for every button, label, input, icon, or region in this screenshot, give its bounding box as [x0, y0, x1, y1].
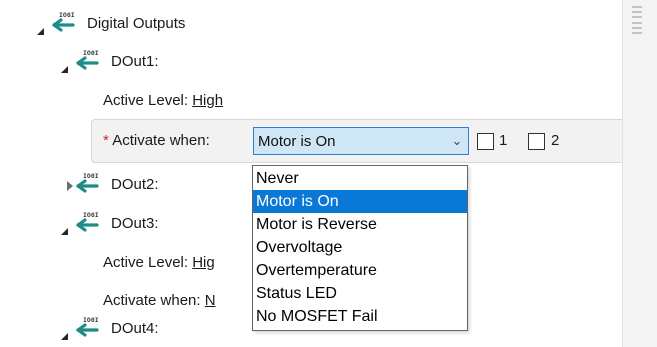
expand-toggle-dout3[interactable] — [61, 228, 68, 235]
dropdown-option[interactable]: Overvoltage — [253, 236, 467, 259]
activate-when-label: Activate when: — [103, 292, 201, 309]
checkbox-2[interactable] — [528, 133, 545, 150]
expand-toggle-dout1[interactable] — [61, 66, 68, 73]
tree-node-digital-outputs[interactable]: Digital Outputs — [87, 15, 185, 33]
vertical-scrollbar[interactable] — [622, 0, 657, 347]
digital-io-icon — [47, 11, 77, 35]
active-level-label: Active Level: — [103, 92, 189, 109]
dropdown-option[interactable]: Motor is Reverse — [253, 213, 467, 236]
activate-when-label-group: * Activate when: — [103, 132, 210, 150]
checkbox-2-label: 2 — [551, 132, 560, 149]
dropdown-option[interactable]: Status LED — [253, 282, 467, 305]
tree-node-dout3[interactable]: DOut3: — [111, 215, 159, 233]
digital-io-icon — [71, 172, 101, 196]
tree-node-dout4[interactable]: DOut4: — [111, 320, 159, 338]
active-level-row-dout1: Active Level: High — [103, 92, 223, 110]
checkbox-1-label: 1 — [499, 132, 508, 149]
dropdown-option[interactable]: No MOSFET Fail — [253, 305, 467, 328]
required-marker: * — [103, 132, 109, 149]
scrollbar-grip-icon[interactable] — [632, 6, 642, 34]
active-level-label: Active Level: — [103, 254, 189, 271]
digital-io-icon — [71, 316, 101, 340]
activate-when-dropdown-list: Never Motor is On Motor is Reverse Overv… — [252, 165, 468, 331]
active-level-row-dout3: Active Level: Hig — [103, 254, 215, 272]
activate-when-selected-value: Motor is On — [258, 132, 336, 150]
digital-io-icon — [71, 211, 101, 235]
tree-node-dout1[interactable]: DOut1: — [111, 53, 159, 71]
digital-io-icon — [71, 49, 101, 73]
expand-toggle-digital-outputs[interactable] — [37, 28, 44, 35]
expand-toggle-dout4[interactable] — [61, 333, 68, 340]
activate-when-label: Activate when: — [112, 132, 210, 149]
checkbox-1[interactable] — [477, 133, 494, 150]
active-level-value-link[interactable]: Hig — [192, 254, 215, 271]
activate-when-value-link[interactable]: N — [205, 292, 216, 309]
activate-when-combobox[interactable]: Motor is On ⌄ — [253, 127, 469, 155]
dropdown-option[interactable]: Never — [253, 167, 467, 190]
activate-when-row-dout3: Activate when: N — [103, 292, 216, 310]
tree-node-dout2[interactable]: DOut2: — [111, 176, 159, 194]
dropdown-option[interactable]: Overtemperature — [253, 259, 467, 282]
chevron-down-icon[interactable]: ⌄ — [446, 133, 468, 149]
dropdown-option-selected[interactable]: Motor is On — [253, 190, 467, 213]
active-level-value-link[interactable]: High — [192, 92, 223, 109]
